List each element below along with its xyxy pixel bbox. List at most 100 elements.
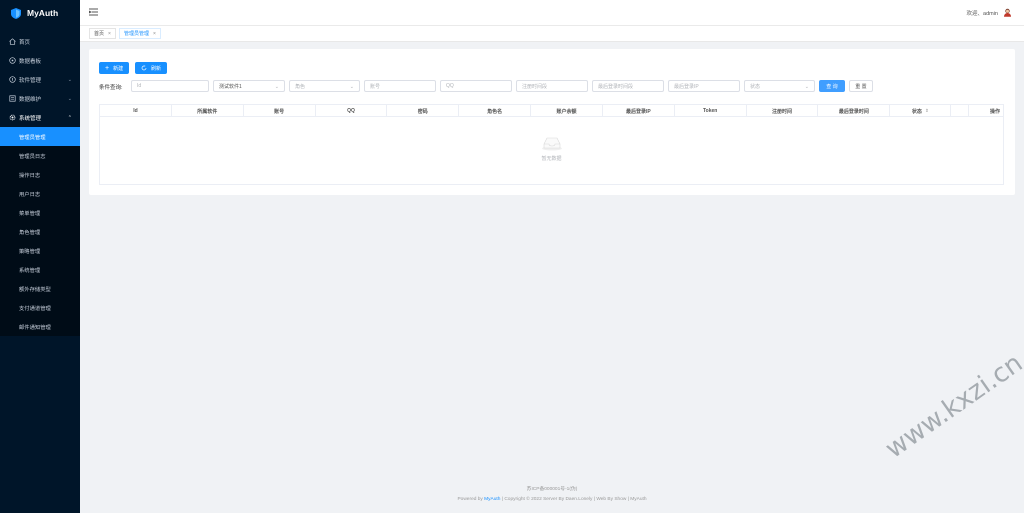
sidebar-subitem-storage-type[interactable]: 额外存储类型 <box>0 279 80 298</box>
app-title: MyAuth <box>27 8 59 18</box>
sidebar-subitem-menu-manage[interactable]: 菜单管理 <box>0 203 80 222</box>
user-avatar-icon[interactable] <box>1003 8 1012 17</box>
footer-myauth-link[interactable]: MyAuth <box>484 497 500 502</box>
empty-text: 暂无数据 <box>541 156 562 162</box>
new-button-label: 新建 <box>113 65 124 72</box>
sidebar-subitem-admin-log[interactable]: 管理员日志 <box>0 146 80 165</box>
sidebar-subitem-role-manage[interactable]: 角色管理 <box>0 222 80 241</box>
empty-state: 暂无数据 <box>100 135 1003 162</box>
footer-copyright-text: | Copyright © 2022 Server By Daen.Lonely… <box>501 497 647 502</box>
register-time-picker[interactable]: 注册时间段 <box>516 80 588 92</box>
qq-input[interactable]: QQ <box>440 80 512 92</box>
sidebar-item-system[interactable]: 系统管理 ⌃ <box>0 108 80 127</box>
plus-icon: + <box>105 64 110 72</box>
column-header-last-login-time[interactable]: 最后登录时间 <box>818 105 891 117</box>
sidebar-item-label: 首页 <box>19 39 31 46</box>
account-input-placeholder: 账号 <box>370 83 381 90</box>
account-input[interactable]: 账号 <box>364 80 436 92</box>
close-icon[interactable]: × <box>108 31 111 37</box>
sidebar-subitem-system-manage[interactable]: 系统管理 <box>0 260 80 279</box>
database-icon <box>9 95 16 102</box>
submenu: 管理员管理 管理员日志 操作日志 用户日志 菜单管理 角色管理 策略管理 系统管… <box>0 127 80 336</box>
column-header-status-label: 状态 <box>911 108 922 115</box>
welcome-text: 欢迎、admin <box>966 11 998 17</box>
column-header-status[interactable]: 状态 ⇕ <box>890 105 952 117</box>
content-card: + 新建 刷新 条件查询: Id 测试软件1 ⌄ 角色 ⌄ 账号 QQ 注册时间… <box>89 49 1015 195</box>
column-header-id[interactable]: Id <box>100 105 172 117</box>
status-select-placeholder: 状态 <box>750 83 761 90</box>
watermark: www.kxzi.cn <box>880 348 1024 465</box>
sidebar-item-dashboard[interactable]: 数据看板 <box>0 51 80 70</box>
last-login-time-placeholder: 最后登录时间段 <box>598 83 634 90</box>
column-header-qq[interactable]: QQ <box>316 105 388 117</box>
refresh-button[interactable]: 刷新 <box>135 62 168 74</box>
sidebar-subitem-policy-manage[interactable]: 策略管理 <box>0 241 80 260</box>
sidebar-subitem-operation-log[interactable]: 操作日志 <box>0 165 80 184</box>
sidebar-item-label: 软件管理 <box>19 77 42 84</box>
dashboard-icon <box>9 57 16 64</box>
chevron-down-icon: ⌄ <box>67 95 72 102</box>
sidebar: MyAuth 首页 数据看板 软件管理 ⌄ 数据维护 ⌄ 系统管理 ⌃ 管理员管… <box>0 0 80 513</box>
sidebar-subitem-user-log[interactable]: 用户日志 <box>0 184 80 203</box>
sidebar-item-data[interactable]: 数据维护 ⌄ <box>0 89 80 108</box>
sort-icon[interactable]: ⇕ <box>925 108 929 114</box>
last-login-time-picker[interactable]: 最后登录时间段 <box>592 80 664 92</box>
app-logo[interactable]: MyAuth <box>0 0 80 26</box>
last-login-ip-placeholder: 最后登录IP <box>674 83 699 90</box>
home-icon <box>9 38 16 45</box>
refresh-icon <box>141 65 147 71</box>
qq-input-placeholder: QQ <box>446 83 454 89</box>
reset-button[interactable]: 重 置 <box>849 80 873 92</box>
column-header-role-name[interactable]: 角色名 <box>459 105 532 117</box>
new-button[interactable]: + 新建 <box>99 62 130 74</box>
sidebar-subitem-admin-manage[interactable]: 管理员管理 <box>0 127 80 146</box>
sidebar-item-software[interactable]: 软件管理 ⌄ <box>0 70 80 89</box>
sidebar-item-label: 系统管理 <box>19 115 42 122</box>
footer-copyright: Powered by MyAuth | Copyright © 2022 Ser… <box>80 497 1024 502</box>
last-login-ip-input[interactable]: 最后登录IP <box>668 80 740 92</box>
sidebar-subitem-mail-notify[interactable]: 邮件通知管理 <box>0 317 80 336</box>
chevron-down-icon: ⌄ <box>349 84 354 90</box>
admin-table: Id 所属软件 账号 QQ 密码 角色名 账户余额 最后登录IP Token 注… <box>99 104 1004 185</box>
tab-home[interactable]: 首页 × <box>89 28 116 39</box>
column-header-spacer <box>951 105 970 117</box>
close-icon[interactable]: × <box>153 31 156 37</box>
column-header-balance[interactable]: 账户余额 <box>531 105 603 117</box>
footer-powered-prefix: Powered by <box>457 497 483 502</box>
top-header: 欢迎、admin <box>80 0 1024 26</box>
shield-logo-icon <box>11 7 21 19</box>
menu-fold-icon[interactable] <box>89 8 98 16</box>
sidebar-subitem-payment-channel[interactable]: 支付通道管理 <box>0 298 80 317</box>
sidebar-item-label: 数据看板 <box>19 58 42 65</box>
sidebar-item-home[interactable]: 首页 <box>0 32 80 51</box>
column-header-password[interactable]: 密码 <box>387 105 460 117</box>
role-select[interactable]: 角色 ⌄ <box>289 80 360 92</box>
chevron-down-icon: ⌄ <box>67 76 72 83</box>
chevron-down-icon: ⌄ <box>804 84 809 90</box>
tabs-bar: 首页 × 管理员管理 × <box>80 26 1024 42</box>
column-header-token[interactable]: Token <box>675 105 747 117</box>
query-button[interactable]: 查 询 <box>819 80 845 92</box>
id-input-placeholder: Id <box>137 83 142 89</box>
column-header-last-login-ip[interactable]: 最后登录IP <box>603 105 675 117</box>
column-header-software[interactable]: 所属软件 <box>172 105 244 117</box>
software-select-value: 测试软件1 <box>219 83 242 90</box>
register-time-placeholder: 注册时间段 <box>522 83 548 90</box>
footer-icp[interactable]: 苏ICP备000001号-1(伪) <box>80 485 1024 492</box>
chevron-up-icon: ⌃ <box>67 114 72 121</box>
column-header-actions: 操作 <box>990 108 1001 115</box>
chevron-down-icon: ⌄ <box>274 84 279 90</box>
status-select[interactable]: 状态 ⌄ <box>744 80 815 92</box>
info-icon <box>9 76 16 83</box>
tab-admin-manage[interactable]: 管理员管理 × <box>118 28 161 39</box>
role-select-placeholder: 角色 <box>295 83 306 90</box>
column-header-account[interactable]: 账号 <box>244 105 316 117</box>
gear-icon <box>9 114 16 121</box>
software-select[interactable]: 测试软件1 ⌄ <box>213 80 285 92</box>
tab-label: 首页 <box>94 31 105 37</box>
column-header-register-time[interactable]: 注册时间 <box>747 105 819 117</box>
tab-label: 管理员管理 <box>123 31 149 37</box>
table-header: Id 所属软件 账号 QQ 密码 角色名 账户余额 最后登录IP Token 注… <box>100 105 1003 117</box>
id-input[interactable]: Id <box>131 80 209 92</box>
refresh-button-label: 刷新 <box>151 65 162 72</box>
